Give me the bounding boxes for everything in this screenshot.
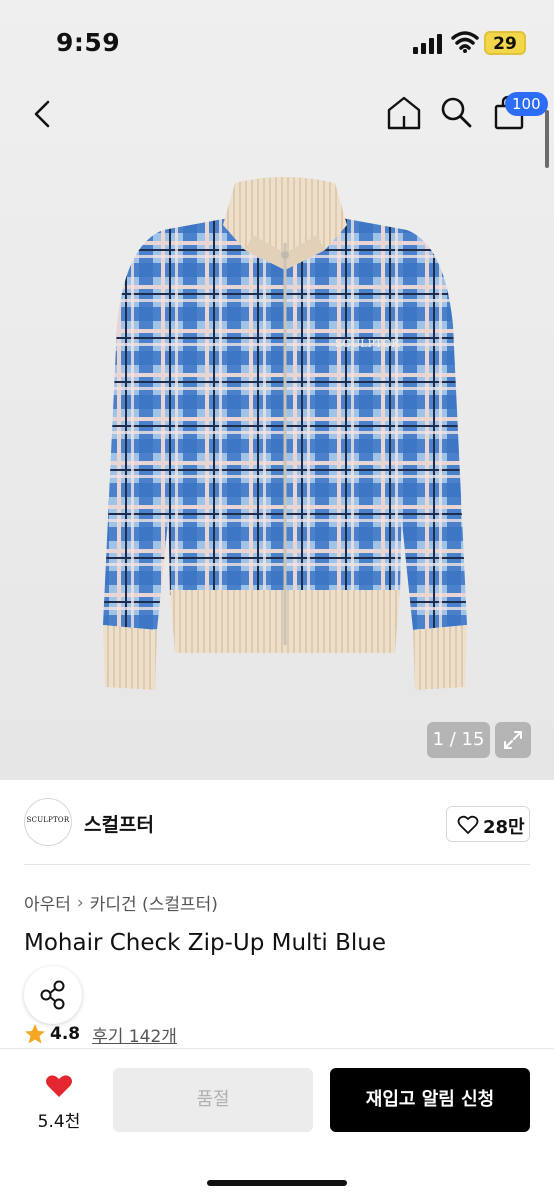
share-icon	[40, 980, 65, 1010]
home-indicator	[207, 1180, 347, 1186]
product-image[interactable]: SCULPTOR	[95, 175, 475, 700]
wishlist-count: 5.4천	[37, 1112, 81, 1132]
brand-logo-text: SCULPTOR	[26, 816, 70, 824]
signal-icon	[413, 34, 442, 54]
restock-alert-button[interactable]: 재입고 알림 신청	[330, 1068, 530, 1132]
brand-row: SCULPTOR 스컬프터 28만	[0, 780, 554, 865]
heart-filled-icon	[46, 1075, 72, 1097]
bottom-action-bar: 5.4천 품절 재입고 알림 신청	[0, 1048, 554, 1200]
status-bar: 9:59 29	[0, 0, 554, 80]
breadcrumb-item-cardigan[interactable]: 카디건 (스컬프터)	[90, 890, 218, 915]
product-hero: 9:59 29 100 SCULPTOR 1 / 15	[0, 0, 554, 780]
top-navigation	[0, 80, 554, 150]
search-icon[interactable]	[438, 94, 474, 130]
brand-like-count: 28만	[483, 817, 525, 838]
rating-row: 4.8 후기 142개	[24, 1022, 177, 1047]
wifi-icon	[451, 31, 479, 53]
home-icon[interactable]	[385, 94, 423, 132]
product-title: Mohair Check Zip-Up Multi Blue	[24, 930, 387, 956]
battery-level: 29	[493, 34, 517, 54]
brand-like-button[interactable]: 28만	[446, 806, 530, 842]
wishlist-button[interactable]: 5.4천	[24, 1067, 94, 1137]
share-button[interactable]	[24, 966, 82, 1024]
cart-count-badge: 100	[505, 92, 548, 116]
heart-outline-icon	[457, 815, 479, 834]
scroll-indicator	[545, 110, 549, 168]
soldout-button: 품절	[113, 1068, 313, 1132]
status-time: 9:59	[56, 28, 121, 57]
rating-value: 4.8	[50, 1024, 81, 1044]
chevron-right-icon: ›	[76, 892, 84, 913]
back-icon[interactable]	[28, 96, 60, 132]
expand-icon[interactable]	[495, 722, 531, 758]
divider	[24, 864, 530, 865]
star-icon	[25, 1024, 45, 1044]
breadcrumb-item-outer[interactable]: 아우터	[24, 890, 71, 915]
review-count-link[interactable]: 후기 142개	[92, 1022, 177, 1047]
chest-logo: SCULPTOR	[335, 337, 400, 350]
breadcrumb: 아우터 › 카디건 (스컬프터)	[24, 890, 218, 916]
image-counter: 1 / 15	[427, 722, 490, 758]
brand-name[interactable]: 스컬프터	[84, 810, 154, 837]
brand-logo[interactable]: SCULPTOR	[24, 798, 72, 846]
battery-icon: 29	[484, 31, 526, 55]
